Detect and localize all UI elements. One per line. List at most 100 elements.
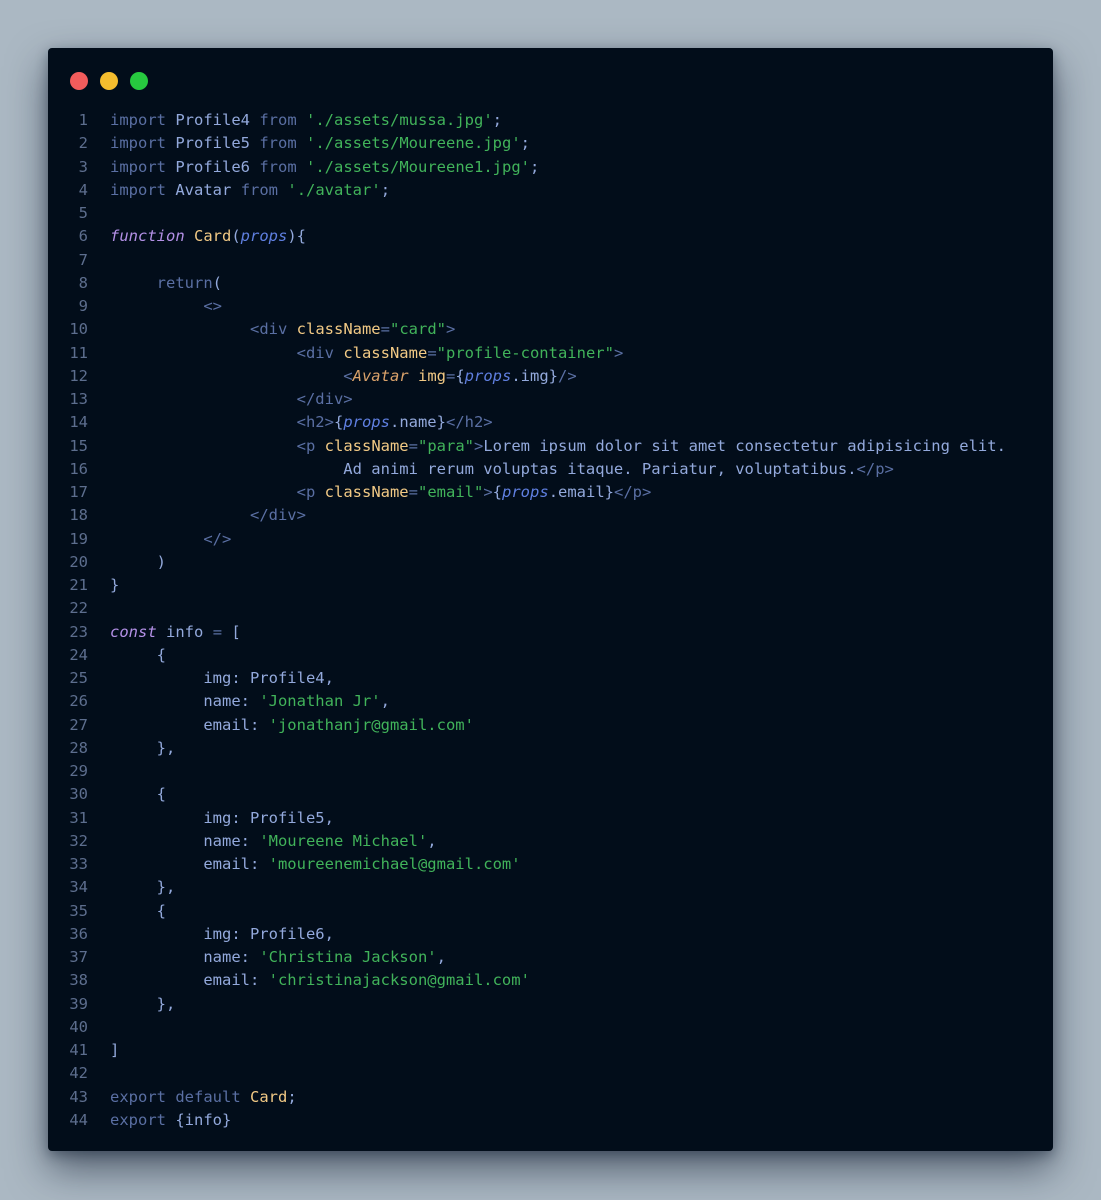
code-token: } [110, 576, 120, 594]
code-line: 29 [48, 760, 1053, 783]
line-text: email: 'moureenemichael@gmail.com' [110, 853, 521, 876]
code-line: 43 export default Card; [48, 1086, 1053, 1109]
line-number: 25 [69, 669, 88, 687]
code-token: [ [222, 622, 241, 641]
line-number: 22 [69, 599, 88, 618]
code-token: { [110, 901, 166, 920]
code-token: return [156, 273, 213, 292]
line-text: } [110, 574, 119, 597]
line-number: 40 [69, 1017, 88, 1036]
line-text: import Profile4 from './assets/mussa.jpg… [110, 109, 502, 132]
code-token: Ad animi rerum voluptas itaque. Pariatur… [110, 459, 857, 478]
code-token: './assets/Moureene.jpg' [306, 134, 521, 153]
code-line: 19 </> [48, 528, 1053, 551]
code-token: > [474, 436, 484, 455]
code-token: </p> [614, 483, 652, 501]
line-text: return( [110, 272, 222, 295]
line-text: ] [110, 1039, 119, 1062]
code-token: > [613, 343, 624, 362]
code-token: }, [110, 994, 176, 1013]
code-token: from [259, 134, 297, 153]
code-token: {info} [166, 1110, 232, 1129]
line-text: name: 'Christina Jackson', [110, 946, 446, 969]
code-token: props [343, 413, 390, 432]
code-token: img: Profile5, [110, 808, 334, 827]
line-number: 1 [78, 111, 88, 129]
code-token: import [110, 157, 166, 176]
line-text: <h2>{props.name}</h2> [110, 411, 493, 434]
code-token: </div> [296, 390, 353, 408]
line-number: 29 [69, 762, 88, 780]
line-number: 43 [69, 1087, 88, 1106]
code-token: Avatar [352, 366, 409, 385]
code-token: { [110, 785, 166, 804]
code-token: import [110, 180, 166, 199]
line-number: 41 [69, 1041, 88, 1059]
line-number: 2 [78, 134, 88, 153]
code-token: email: [110, 715, 269, 734]
code-line: 3 import Profile6 from './assets/Moureene… [48, 156, 1053, 179]
code-token: ; [287, 1087, 297, 1106]
code-token: }, [110, 738, 176, 757]
code-token: { [110, 645, 166, 664]
line-number: 9 [78, 297, 88, 315]
line-number: 44 [69, 1110, 88, 1129]
code-token: Lorem ipsum dolor sit amet consectetur a… [483, 436, 1006, 455]
close-button[interactable] [70, 72, 88, 90]
code-token: Avatar [175, 180, 232, 199]
code-line: 12 <Avatar img={props.img}/> [48, 365, 1053, 388]
line-text: </> [110, 528, 231, 551]
code-line: 38 email: 'christinajackson@gmail.com' [48, 969, 1053, 992]
minimize-button[interactable] [100, 72, 118, 90]
code-token: Card [250, 1087, 288, 1106]
line-text: Ad animi rerum voluptas itaque. Pariatur… [110, 458, 894, 481]
code-token: </h2> [445, 413, 493, 432]
code-token: ){ [287, 227, 307, 246]
line-text: { [110, 783, 166, 806]
code-token: "profile-container" [436, 343, 614, 362]
code-token: = [212, 622, 223, 641]
code-token: className [296, 320, 381, 339]
line-text: <p className="para">Lorem ipsum dolor si… [110, 435, 1006, 458]
code-line: 14 <h2>{props.name}</h2> [48, 411, 1053, 434]
code-line: 16 Ad animi rerum voluptas itaque. Paria… [48, 458, 1053, 481]
code-token: 'moureenemichael@gmail.com' [268, 855, 521, 873]
line-text: { [110, 644, 166, 667]
line-number: 39 [69, 994, 88, 1013]
code-token: , [380, 692, 390, 711]
code-line: 7 [48, 249, 1053, 272]
code-token: </> [203, 529, 232, 548]
code-token: > [446, 320, 456, 339]
code-line: 11 <div className="profile-container"> [48, 342, 1053, 365]
code-line: 25 img: Profile4, [48, 667, 1053, 690]
maximize-button[interactable] [130, 72, 148, 90]
code-line: 31 img: Profile5, [48, 807, 1053, 830]
code-line: 41] [48, 1039, 1053, 1062]
line-number: 3 [78, 157, 88, 176]
code-token: const [110, 622, 157, 641]
line-text: <> [110, 295, 222, 318]
code-token: "card" [390, 320, 446, 339]
line-text: </div> [110, 504, 306, 527]
code-token: <> [203, 297, 222, 315]
line-number: 18 [69, 506, 88, 525]
code-token: from [240, 180, 279, 199]
line-number: 6 [78, 227, 88, 246]
line-number: 13 [69, 390, 88, 408]
line-text: <div className="card"> [110, 318, 455, 341]
code-token: 'christinajackson@gmail.com' [268, 971, 530, 990]
code-token: Profile6 [175, 157, 250, 176]
code-token: 'jonathanjr@gmail.com' [268, 715, 474, 734]
line-text: const info = [ [110, 621, 241, 644]
